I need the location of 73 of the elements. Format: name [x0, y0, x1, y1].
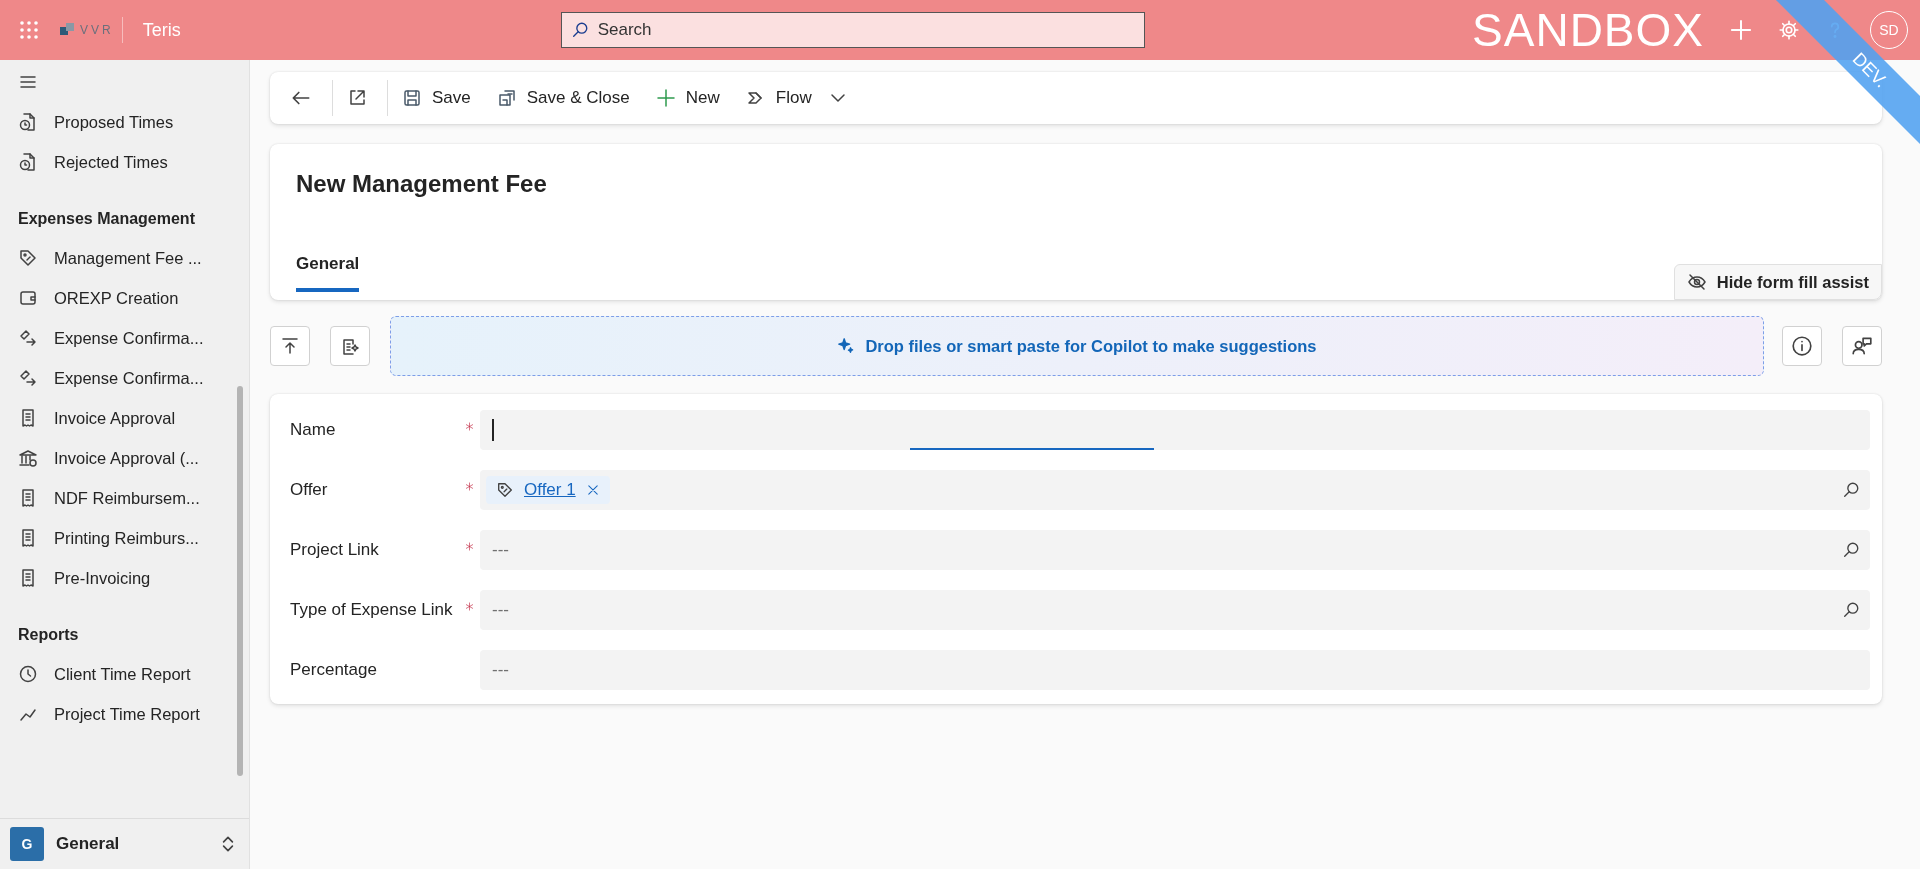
record-link[interactable]: Offer 1	[524, 480, 576, 500]
hide-form-fill-assist-button[interactable]: Hide form fill assist	[1673, 264, 1882, 300]
search-icon	[1842, 481, 1860, 499]
wallet-icon	[18, 288, 38, 308]
search-icon	[1842, 601, 1860, 619]
area-switcher[interactable]: G General	[0, 818, 249, 869]
feedback-button[interactable]	[1842, 326, 1882, 366]
upload-button[interactable]	[270, 326, 310, 366]
form-title: New Management Fee	[296, 170, 548, 198]
lookup-field[interactable]: ---	[480, 530, 1870, 570]
clock-document-icon	[18, 152, 38, 172]
field-label: Offer	[290, 479, 329, 500]
selected-record-tag[interactable]: Offer 1	[486, 476, 610, 504]
empty-value-placeholder: ---	[492, 600, 510, 620]
empty-value-placeholder: ---	[492, 660, 510, 680]
tag-icon	[18, 248, 38, 268]
open-in-new-window-icon	[347, 88, 367, 108]
smart-paste-button[interactable]	[330, 326, 370, 366]
eye-off-icon	[1686, 272, 1707, 292]
save-button[interactable]: Save	[392, 82, 481, 114]
sidebar-item[interactable]: Rejected Times	[0, 142, 249, 182]
clipboard-sparkle-icon	[340, 336, 360, 356]
exchange-icon	[18, 368, 38, 388]
copilot-drop-zone[interactable]: Drop files or smart paste for Copilot to make suggestions	[390, 316, 1764, 376]
scrollbar-thumb[interactable]	[237, 386, 243, 776]
empty-value-placeholder: ---	[492, 540, 510, 560]
sidebar-item[interactable]: Expense Confirma...	[0, 318, 249, 358]
upload-icon	[280, 336, 300, 356]
input-field[interactable]: ---	[480, 650, 1870, 690]
section-heading: Expenses Management	[17, 209, 196, 229]
new-button[interactable]: New	[645, 82, 730, 114]
sidebar-item[interactable]: OREXP Creation	[0, 278, 249, 318]
remove-icon	[585, 483, 600, 497]
tag-icon	[496, 481, 514, 499]
section-heading: Reports	[17, 625, 80, 645]
sidebar-item[interactable]: Pre-Invoicing	[0, 558, 249, 598]
sidebar-item[interactable]: Proposed Times	[0, 102, 249, 142]
tab[interactable]: General	[296, 254, 360, 292]
sidebar-item[interactable]: Management Fee ...	[0, 238, 249, 278]
field-label: Project Link	[290, 539, 380, 560]
people-chat-icon	[1851, 335, 1873, 357]
save-icon	[402, 88, 422, 108]
lookup-field[interactable]: Offer 1	[480, 470, 1870, 510]
field-label: Name	[290, 419, 337, 440]
save-close-button[interactable]: Save & Close	[486, 82, 640, 114]
sidebar-item[interactable]: NDF Reimbursem...	[0, 478, 249, 518]
input-field[interactable]	[480, 410, 1870, 450]
sidebar-item[interactable]: Client Time Report	[0, 654, 249, 694]
info-icon	[1791, 335, 1813, 357]
search-icon	[570, 21, 589, 39]
sidebar-item[interactable]: Project Time Report	[0, 694, 249, 734]
search-icon	[1842, 541, 1860, 559]
company-logo: VVR	[60, 17, 123, 43]
plus-icon	[655, 88, 676, 108]
search-field[interactable]: Search	[560, 12, 1145, 48]
exchange-icon	[18, 328, 38, 348]
sidebar-item[interactable]: Expense Confirma...	[0, 358, 249, 398]
sidebar-item[interactable]: Invoice Approval (...	[0, 438, 249, 478]
settings-icon	[1778, 19, 1800, 41]
clock-icon	[18, 664, 38, 684]
lookup-field[interactable]: ---	[480, 590, 1870, 630]
add-icon	[1728, 17, 1754, 43]
field-label: Type of Expense Link	[290, 599, 454, 620]
info-button[interactable]	[1782, 326, 1822, 366]
sidebar-item[interactable]: Invoice Approval	[0, 398, 249, 438]
environment-label: SANDBOX	[1472, 3, 1704, 57]
clock-document-icon	[18, 112, 38, 132]
bank-icon	[18, 448, 38, 468]
save-and-close-icon	[496, 88, 517, 108]
sidebar-item[interactable]: Printing Reimburs...	[0, 518, 249, 558]
flow-button[interactable]: Flow	[735, 82, 822, 114]
field-label: Percentage	[290, 659, 378, 680]
sparkle-icon	[837, 337, 856, 355]
